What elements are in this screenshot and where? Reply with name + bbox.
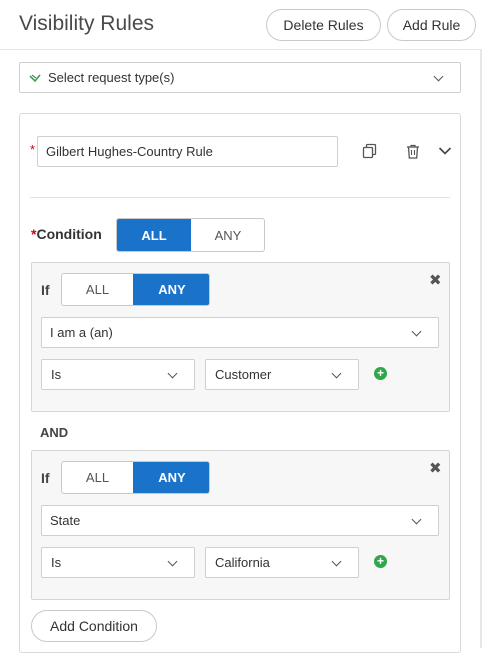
add-criteria-icon[interactable]: + <box>374 555 387 568</box>
value-value: Customer <box>215 367 272 382</box>
required-marker: * <box>30 142 36 157</box>
condition-any-option[interactable]: ANY <box>191 219 264 251</box>
if-label: If <box>41 282 50 298</box>
condition-label: *Condition <box>31 226 102 242</box>
request-type-placeholder: Select request type(s) <box>48 70 175 85</box>
request-type-icon <box>29 73 41 83</box>
add-criteria-icon[interactable]: + <box>374 367 387 380</box>
operator-value: Is <box>51 367 62 382</box>
header-divider <box>0 49 482 50</box>
chevron-down-icon <box>167 368 178 379</box>
chevron-down-icon <box>433 71 444 82</box>
add-rule-button[interactable]: Add Rule <box>387 9 476 41</box>
if-label: If <box>41 470 50 486</box>
page-title: Visibility Rules <box>19 12 154 35</box>
value-select[interactable]: Customer <box>205 359 359 390</box>
close-icon[interactable]: ✖ <box>429 459 442 477</box>
rule-name-input[interactable]: Gilbert Hughes-Country Rule <box>37 136 338 167</box>
trash-icon[interactable] <box>404 142 422 160</box>
chevron-down-icon <box>411 326 422 337</box>
value-value: California <box>215 555 270 570</box>
delete-rules-button[interactable]: Delete Rules <box>266 9 381 41</box>
and-joiner-label: AND <box>40 425 69 440</box>
attribute-select[interactable]: I am a (an) <box>41 317 439 348</box>
if-match-toggle[interactable]: ALL ANY <box>61 273 210 306</box>
operator-select[interactable]: Is <box>41 359 195 390</box>
card-divider <box>30 197 450 198</box>
if-any-option[interactable]: ANY <box>133 462 209 493</box>
if-match-toggle[interactable]: ALL ANY <box>61 461 210 494</box>
operator-select[interactable]: Is <box>41 547 195 578</box>
add-condition-button[interactable]: Add Condition <box>31 610 157 642</box>
request-type-select[interactable]: Select request type(s) <box>19 62 461 93</box>
copy-icon[interactable] <box>361 142 379 160</box>
condition-match-toggle[interactable]: ALL ANY <box>116 218 265 252</box>
attribute-value: I am a (an) <box>50 325 113 340</box>
chevron-down-icon <box>331 368 342 379</box>
if-all-option[interactable]: ALL <box>62 462 133 493</box>
attribute-select[interactable]: State <box>41 505 439 536</box>
chevron-down-icon <box>411 514 422 525</box>
if-any-option[interactable]: ANY <box>133 274 209 305</box>
close-icon[interactable]: ✖ <box>429 271 442 289</box>
chevron-down-icon <box>331 556 342 567</box>
operator-value: Is <box>51 555 62 570</box>
collapse-chevron-icon[interactable] <box>437 143 453 159</box>
condition-all-option[interactable]: ALL <box>117 219 191 251</box>
value-select[interactable]: California <box>205 547 359 578</box>
attribute-value: State <box>50 513 81 528</box>
if-all-option[interactable]: ALL <box>62 274 133 305</box>
chevron-down-icon <box>167 556 178 567</box>
